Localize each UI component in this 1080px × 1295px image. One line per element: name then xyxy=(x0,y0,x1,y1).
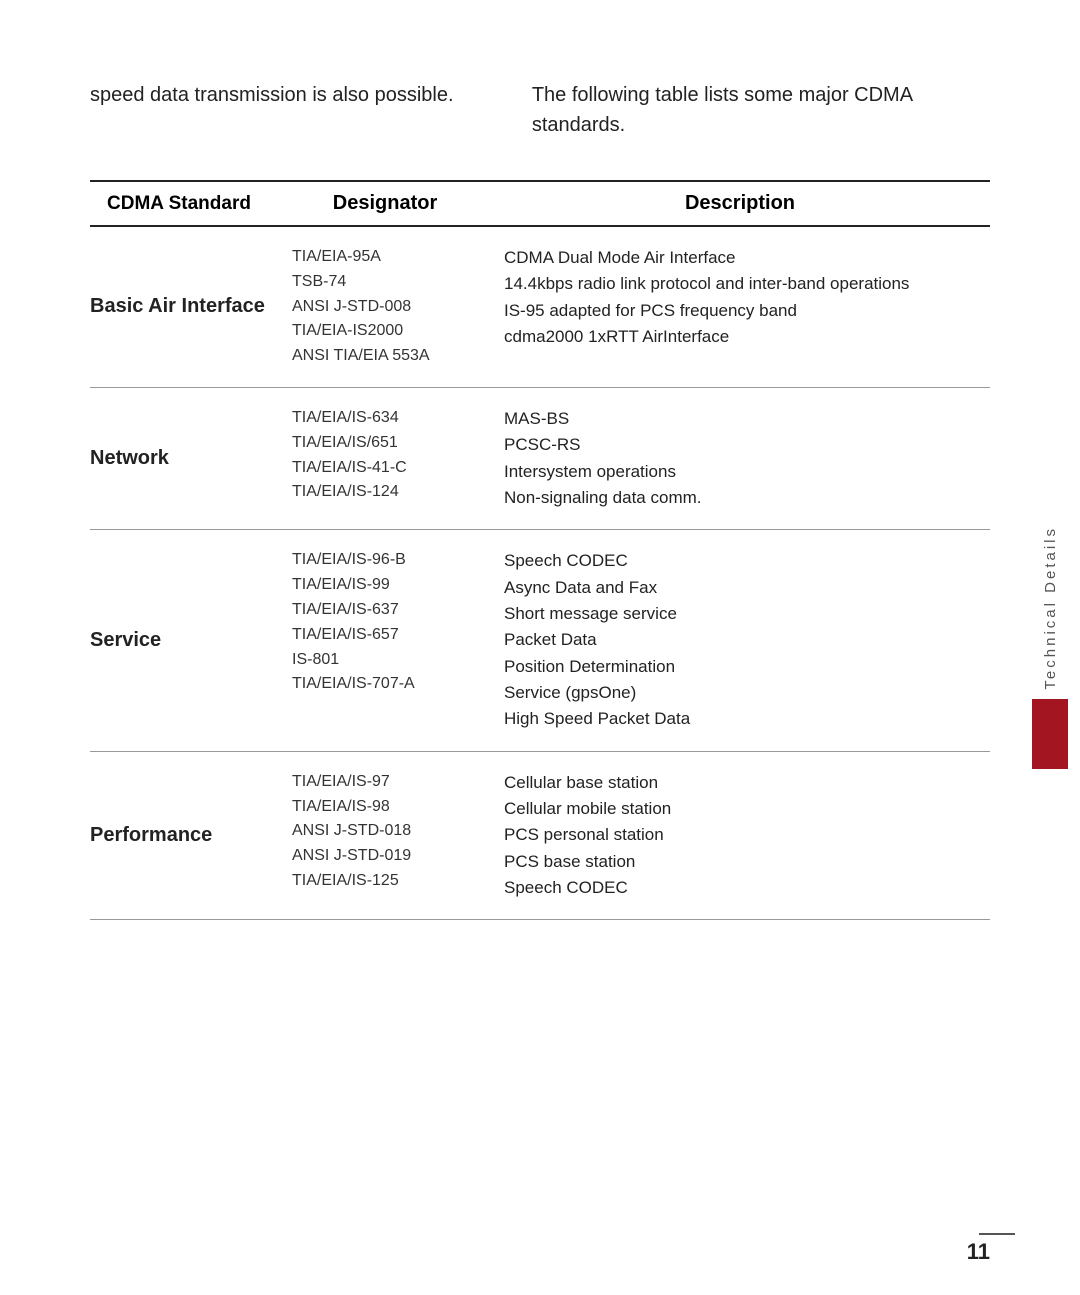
header-standard: CDMA Standard xyxy=(90,181,280,226)
table-row: ServiceTIA/EIA/IS-96-BTIA/EIA/IS-99TIA/E… xyxy=(90,530,990,751)
cdma-standards-table: CDMA Standard Designator Description Bas… xyxy=(90,180,990,920)
table-section: CDMA Standard Designator Description Bas… xyxy=(0,180,1080,1295)
sidebar-right: Technical Details xyxy=(1020,0,1080,1295)
table-row: NetworkTIA/EIA/IS-634TIA/EIA/IS/651TIA/E… xyxy=(90,387,990,529)
cell-standard-1: Network xyxy=(90,387,280,529)
cell-standard-3: Performance xyxy=(90,751,280,920)
cell-standard-0: Basic Air Interface xyxy=(90,226,280,387)
cell-description-0: CDMA Dual Mode Air Interface14.4kbps rad… xyxy=(490,226,990,387)
page-number: 11 xyxy=(967,1239,990,1265)
page-container: speed data transmission is also possible… xyxy=(0,0,1080,1295)
bottom-divider xyxy=(979,1233,1015,1235)
cell-designator-1: TIA/EIA/IS-634TIA/EIA/IS/651TIA/EIA/IS-4… xyxy=(280,387,490,529)
table-row: PerformanceTIA/EIA/IS-97TIA/EIA/IS-98ANS… xyxy=(90,751,990,920)
sidebar-label: Technical Details xyxy=(1042,526,1059,690)
table-header-row: CDMA Standard Designator Description xyxy=(90,181,990,226)
cell-designator-0: TIA/EIA-95ATSB-74ANSI J-STD-008TIA/EIA-I… xyxy=(280,226,490,387)
intro-left: speed data transmission is also possible… xyxy=(90,80,472,140)
header-designator: Designator xyxy=(280,181,490,226)
cell-standard-2: Service xyxy=(90,530,280,751)
cell-description-3: Cellular base stationCellular mobile sta… xyxy=(490,751,990,920)
intro-right-text: The following table lists some major CDM… xyxy=(532,84,912,136)
intro-right: The following table lists some major CDM… xyxy=(532,80,990,140)
sidebar-right-inner: Technical Details xyxy=(1020,0,1080,1295)
table-row: Basic Air InterfaceTIA/EIA-95ATSB-74ANSI… xyxy=(90,226,990,387)
cell-description-1: MAS-BSPCSC-RSIntersystem operationsNon-s… xyxy=(490,387,990,529)
cell-description-2: Speech CODECAsync Data and FaxShort mess… xyxy=(490,530,990,751)
intro-left-text: speed data transmission is also possible… xyxy=(90,84,454,106)
cell-designator-2: TIA/EIA/IS-96-BTIA/EIA/IS-99TIA/EIA/IS-6… xyxy=(280,530,490,751)
header-description: Description xyxy=(490,181,990,226)
intro-section: speed data transmission is also possible… xyxy=(0,0,1080,180)
cell-designator-3: TIA/EIA/IS-97TIA/EIA/IS-98ANSI J-STD-018… xyxy=(280,751,490,920)
sidebar-red-block xyxy=(1032,699,1068,769)
